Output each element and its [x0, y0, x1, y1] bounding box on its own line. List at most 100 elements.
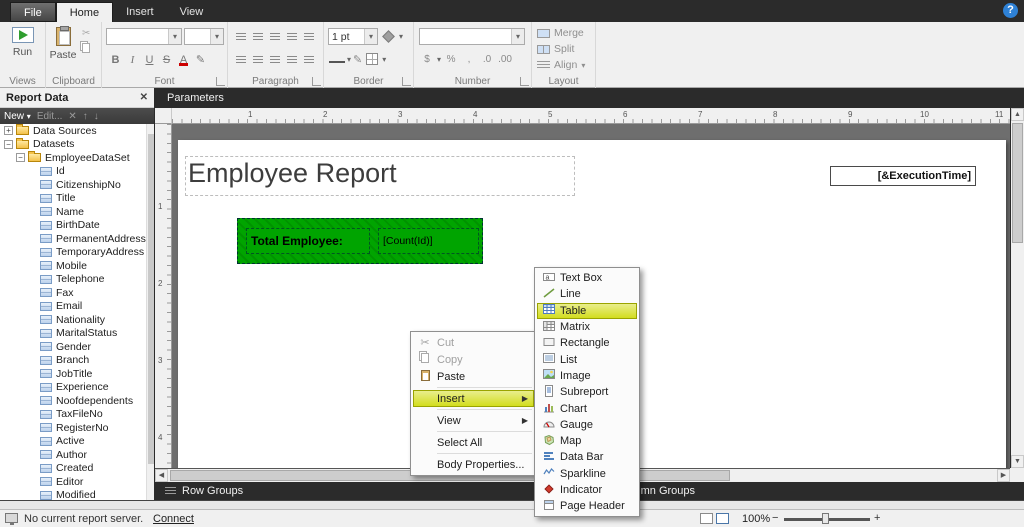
menu-item-body-properties[interactable]: Body Properties...: [413, 456, 534, 473]
scroll-right-icon[interactable]: ▶: [997, 469, 1010, 482]
chevron-down-icon[interactable]: ▾: [511, 29, 524, 44]
submenu-item-subreport[interactable]: Subreport: [537, 384, 637, 400]
zoom-out-icon[interactable]: −: [772, 512, 778, 524]
bold-button[interactable]: B: [108, 52, 123, 68]
border-width-combo[interactable]: 1 pt ▾: [328, 28, 378, 45]
underline-button[interactable]: U: [142, 52, 157, 68]
tab-file[interactable]: File: [10, 2, 56, 22]
chevron-down-icon[interactable]: ▾: [347, 55, 351, 64]
tab-view[interactable]: View: [167, 2, 217, 22]
move-down-icon[interactable]: ↓: [94, 111, 99, 122]
run-button[interactable]: Run: [0, 22, 45, 74]
tree-field-registerno[interactable]: RegisterNo: [0, 421, 146, 435]
collapse-icon[interactable]: −: [16, 153, 25, 163]
highlight-color-button[interactable]: ✎: [193, 52, 208, 68]
tree-field-mobile[interactable]: Mobile: [0, 259, 146, 273]
submenu-item-table[interactable]: Table: [537, 302, 637, 319]
tree-field-nationality[interactable]: Nationality: [0, 313, 146, 327]
submenu-item-indicator[interactable]: Indicator: [537, 482, 637, 498]
split-button[interactable]: Split: [532, 41, 595, 57]
tree-field-temporaryaddress[interactable]: TemporaryAddress: [0, 246, 146, 260]
cut-icon[interactable]: ✂: [82, 28, 90, 39]
chevron-down-icon[interactable]: ▾: [399, 32, 403, 41]
align-middle-icon[interactable]: [250, 52, 265, 66]
align-bottom-icon[interactable]: [267, 52, 282, 66]
tree-field-birthdate[interactable]: BirthDate: [0, 219, 146, 233]
report-title-textbox[interactable]: Employee Report: [185, 156, 575, 196]
menu-item-copy[interactable]: Copy: [413, 351, 534, 368]
align-button[interactable]: Align ▾: [532, 57, 595, 73]
selected-rectangle[interactable]: Total Employee: [Count(Id)]: [237, 218, 483, 264]
strikethrough-button[interactable]: S: [159, 52, 174, 68]
tree-scrollbar[interactable]: ▼: [146, 124, 154, 509]
move-up-icon[interactable]: ↑: [83, 111, 88, 122]
tree-field-fax[interactable]: Fax: [0, 286, 146, 300]
border-dialog-launcher-icon[interactable]: [402, 77, 411, 86]
increase-decimal-button[interactable]: .00: [497, 51, 513, 67]
chevron-down-icon[interactable]: ▾: [382, 55, 386, 64]
scrollbar-thumb[interactable]: [148, 134, 154, 464]
column-groups-header[interactable]: Column Groups: [591, 482, 1024, 500]
chevron-down-icon[interactable]: ▾: [168, 29, 181, 44]
submenu-item-page-header[interactable]: Page Header: [537, 498, 637, 514]
edit-button[interactable]: Edit...: [37, 111, 63, 122]
align-right-icon[interactable]: [267, 29, 282, 43]
menu-item-paste[interactable]: Paste: [413, 368, 534, 385]
align-left-icon[interactable]: [233, 29, 248, 43]
zoom-slider-thumb[interactable]: [822, 513, 829, 524]
tree-field-jobtitle[interactable]: JobTitle: [0, 367, 146, 381]
font-dialog-launcher-icon[interactable]: [216, 77, 225, 86]
borders-icon[interactable]: [366, 53, 379, 65]
scrollbar-thumb[interactable]: [1012, 123, 1023, 243]
tree-field-telephone[interactable]: Telephone: [0, 273, 146, 287]
parameters-pane-header[interactable]: Parameters: [155, 88, 1024, 108]
submenu-item-map[interactable]: Map: [537, 433, 637, 449]
scroll-up-icon[interactable]: ▲: [1011, 108, 1024, 121]
border-style-icon[interactable]: [329, 55, 345, 63]
menu-item-view[interactable]: View ▶: [413, 412, 534, 429]
paste-button[interactable]: Paste: [46, 22, 80, 74]
align-center-icon[interactable]: [250, 29, 265, 43]
scroll-left-icon[interactable]: ◀: [155, 469, 168, 482]
submenu-item-data-bar[interactable]: Data Bar: [537, 449, 637, 465]
italic-button[interactable]: I: [125, 52, 140, 68]
tree-field-id[interactable]: Id: [0, 165, 146, 179]
tab-home[interactable]: Home: [55, 2, 114, 22]
tree-field-taxfileno[interactable]: TaxFileNo: [0, 408, 146, 422]
submenu-item-chart[interactable]: Chart: [537, 400, 637, 416]
submenu-item-image[interactable]: Image: [537, 368, 637, 384]
submenu-item-rectangle[interactable]: Rectangle: [537, 335, 637, 351]
row-groups-header[interactable]: Row Groups: [155, 482, 587, 500]
increase-indent-icon[interactable]: [301, 52, 316, 66]
currency-button[interactable]: $: [419, 51, 435, 67]
zoom-in-icon[interactable]: +: [874, 512, 880, 524]
chevron-down-icon[interactable]: ▾: [437, 55, 441, 64]
delete-icon[interactable]: ✕: [68, 111, 76, 122]
number-format-combo[interactable]: ▾: [419, 28, 525, 45]
submenu-item-sparkline[interactable]: Sparkline: [537, 466, 637, 482]
tree-field-noofdependents[interactable]: Noofdependents: [0, 394, 146, 408]
font-size-combo[interactable]: ▾: [184, 28, 224, 45]
execution-time-textbox[interactable]: [&ExecutionTime]: [830, 166, 976, 186]
bullet-list-icon[interactable]: [301, 29, 316, 43]
menu-item-cut[interactable]: ✂ Cut: [413, 334, 534, 351]
tree-node-datasets[interactable]: − Datasets: [0, 137, 146, 152]
menu-item-insert[interactable]: Insert ▶: [413, 390, 534, 407]
tree-field-name[interactable]: Name: [0, 205, 146, 219]
decrease-indent-icon[interactable]: [284, 52, 299, 66]
help-icon[interactable]: ?: [1003, 3, 1018, 18]
align-top-icon[interactable]: [233, 52, 248, 66]
submenu-item-text-box[interactable]: a Text Box: [537, 270, 637, 286]
tree-field-created[interactable]: Created: [0, 462, 146, 476]
scroll-down-icon[interactable]: ▼: [1011, 455, 1024, 468]
count-expression-textbox[interactable]: [Count(Id)]: [378, 228, 479, 254]
submenu-item-gauge[interactable]: Gauge: [537, 417, 637, 433]
chevron-down-icon[interactable]: ▾: [210, 29, 223, 44]
run-view-icon[interactable]: [716, 513, 729, 524]
tree-node-data-sources[interactable]: + Data Sources: [0, 124, 146, 138]
justify-icon[interactable]: [284, 29, 299, 43]
tree-field-branch[interactable]: Branch: [0, 354, 146, 368]
close-icon[interactable]: ✕: [140, 92, 148, 103]
comma-button[interactable]: ,: [461, 51, 477, 67]
copy-icon[interactable]: [82, 43, 90, 53]
